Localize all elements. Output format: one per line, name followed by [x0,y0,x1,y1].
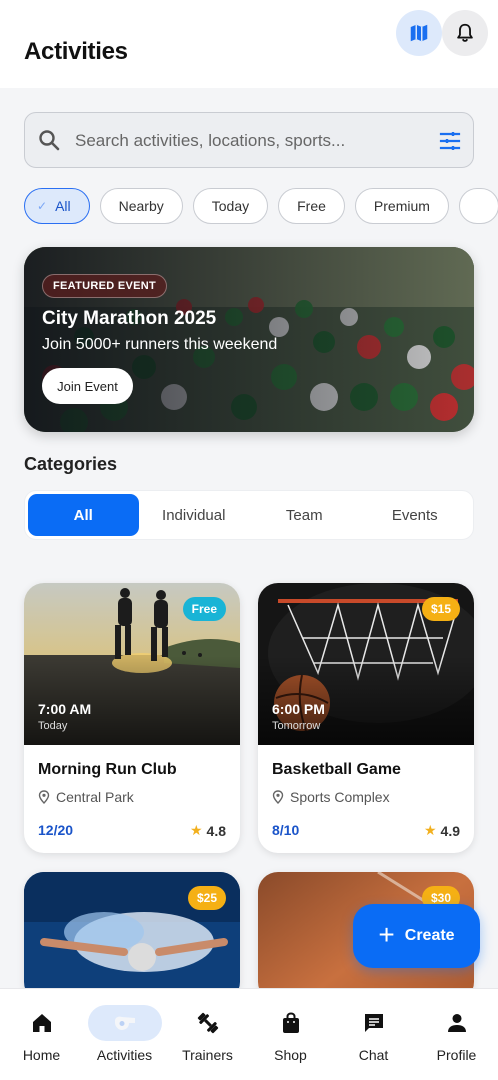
tab-events[interactable]: Events [360,494,471,536]
price-badge: $25 [187,886,226,910]
categories-title: Categories [24,454,118,474]
location-pin-icon [272,790,284,804]
activity-day: Today [38,720,68,732]
nav-chat[interactable]: Chat [332,989,415,1080]
tab-all[interactable]: All [28,494,139,536]
star-icon: ★ [423,822,437,838]
chip-label: Today [211,198,250,214]
nav-label: Home [22,1047,61,1063]
nav-home[interactable]: Home [0,989,83,1080]
star-icon: ★ [189,822,203,838]
activity-spots: 8/10 [272,822,300,838]
featured-subtitle: Join 5000+ runners this weekend [42,336,278,353]
activity-card-swimming[interactable]: $25 [24,872,240,1002]
search-input[interactable] [75,127,425,155]
join-event-button[interactable]: Join Event [42,368,133,404]
chip-nearby[interactable]: Nearby [99,188,183,224]
activity-card-basketball[interactable]: $15 6:00 PM Tomorrow Basketball Game Spo… [258,583,474,853]
check-icon: ✓ [37,199,48,213]
nav-label: Profile [436,1047,477,1063]
nav-label: Trainers [182,1047,233,1063]
location-label: Sports Complex [290,789,390,805]
nav-shop[interactable]: Shop [249,989,332,1080]
category-tabs: All Individual Team Events [24,490,474,540]
app-header: Activities [0,0,498,88]
price-badge: $15 [421,597,460,621]
nav-label: Chat [358,1047,389,1063]
featured-title: City Marathon 2025 [42,308,217,329]
activity-image: $15 6:00 PM Tomorrow [258,583,474,745]
shopping-bag-icon [282,1012,299,1033]
notifications-button[interactable] [442,10,488,56]
search-icon [39,130,60,151]
activity-name: Morning Run Club [38,761,177,778]
tab-team[interactable]: Team [249,494,360,536]
nav-label: Activities [96,1047,153,1063]
create-button[interactable]: + Create [353,904,480,968]
nav-profile[interactable]: Profile [415,989,498,1080]
location-pin-icon [38,790,50,804]
chip-premium[interactable]: Premium [354,188,449,224]
plus-icon: + [378,918,395,950]
activity-name: Basketball Game [272,761,401,778]
activity-image: $25 [24,872,240,1002]
nav-label: Shop [274,1047,307,1063]
tune-icon[interactable] [438,129,462,153]
activity-location: Sports Complex [272,789,390,805]
activity-time: 7:00 AM [38,701,92,717]
chip-label: Free [297,198,326,214]
home-icon [32,1014,51,1032]
chip-today[interactable]: Today [192,188,269,224]
activity-location: Central Park [38,789,134,805]
tab-individual[interactable]: Individual [139,494,250,536]
chat-icon [364,1014,383,1032]
chip-label: Premium [373,198,430,214]
map-icon [410,24,428,42]
activity-image: Free 7:00 AM Today [24,583,240,745]
dumbbell-icon [197,1012,218,1034]
featured-event-card[interactable]: FEATURED EVENT City Marathon 2025 Join 5… [24,247,474,432]
activity-rating: ★ 4.8 [190,822,226,839]
rating-value: 4.9 [440,822,460,839]
chip-free[interactable]: Free [278,188,345,224]
person-icon [447,1014,466,1032]
filter-chips: ✓ All Nearby Today Free Premium [24,188,498,224]
activity-day: Tomorrow [272,720,321,732]
featured-badge: FEATURED EVENT [42,274,168,298]
search-bar[interactable] [24,112,474,168]
activity-rating: ★ 4.9 [424,822,460,839]
chip-label: All [55,198,71,214]
bell-icon [457,23,473,42]
rating-value: 4.8 [206,822,226,839]
activity-time: 6:00 PM [272,701,325,717]
nav-activities[interactable]: Activities [83,989,166,1080]
location-label: Central Park [56,789,134,805]
bottom-navigation: Home Activities Trainers Shop Chat Profi… [0,988,498,1080]
chip-label: Nearby [118,198,164,214]
whistle-icon [114,1016,135,1030]
nav-trainers[interactable]: Trainers [166,989,249,1080]
map-button[interactable] [396,10,442,56]
chip-more[interactable] [458,188,498,224]
page-title: Activities [24,38,128,65]
create-label: Create [404,927,455,944]
price-badge: Free [182,597,226,621]
activity-card-morning-run[interactable]: Free 7:00 AM Today Morning Run Club Cent… [24,583,240,853]
activity-spots: 12/20 [38,822,74,838]
chip-all[interactable]: ✓ All [24,188,90,224]
